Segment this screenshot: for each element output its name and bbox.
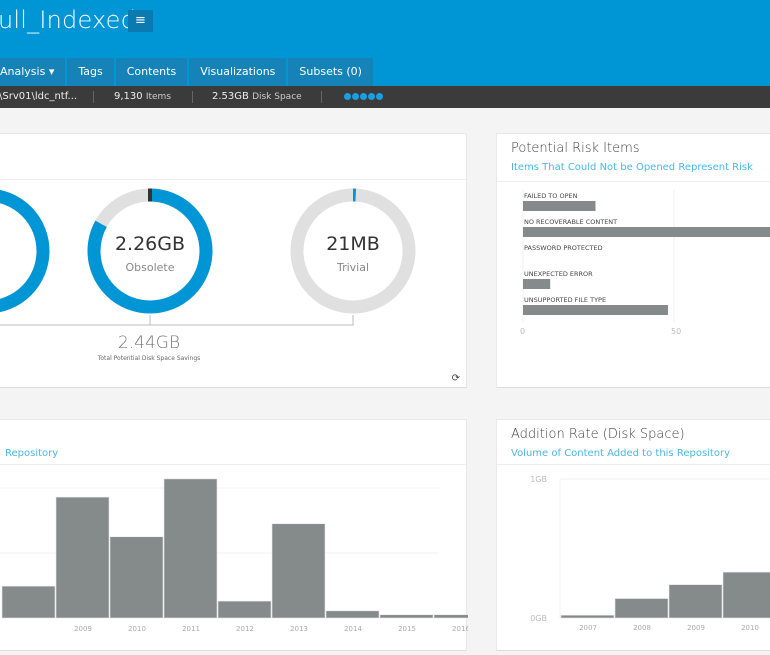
disk-space: 2.53GB Disk Space bbox=[212, 86, 302, 108]
count-bar[interactable] bbox=[325, 610, 380, 619]
total-savings-label: Total Potential Disk Space Savings bbox=[97, 355, 201, 362]
loading-dots-indicator bbox=[344, 93, 383, 100]
count-bar[interactable] bbox=[109, 536, 164, 619]
risk-category-label: UNEXPECTED ERROR bbox=[524, 270, 593, 278]
donut-marker bbox=[148, 188, 152, 202]
trivial-value: 21MB bbox=[326, 233, 380, 255]
count-bar[interactable] bbox=[55, 496, 110, 619]
trivial-label: Trivial bbox=[336, 261, 370, 274]
disk-bar-chart: 0GB 1GB 2007 2008 2009 2010 bbox=[530, 475, 770, 632]
risk-bar-chart: FAILED TO OPEN NO RECOVERABLE CONTENT PASS… bbox=[520, 190, 770, 336]
panel-subtitle: Repository bbox=[5, 448, 59, 459]
x-tick-label: 2013 bbox=[290, 625, 308, 633]
x-tick-label: 2009 bbox=[687, 624, 705, 632]
nav-tabs: Analysis ▾ Tags Contents Visualizations … bbox=[0, 58, 375, 86]
risk-category-label: PASSWORD PROTECTED bbox=[524, 244, 603, 252]
count-bar[interactable] bbox=[271, 523, 326, 619]
dot bbox=[352, 93, 359, 100]
obsolete-label: Obsolete bbox=[125, 261, 175, 274]
hamburger-menu-button[interactable]: ≡ bbox=[128, 10, 153, 32]
divider bbox=[192, 91, 193, 103]
x-tick-label: 50 bbox=[671, 327, 681, 336]
tab-subsets[interactable]: Subsets (0) bbox=[288, 58, 373, 86]
x-tick-label: 2012 bbox=[236, 625, 254, 633]
disk-bar[interactable] bbox=[722, 571, 770, 619]
tab-visualizations[interactable]: Visualizations bbox=[189, 58, 287, 86]
count-bar[interactable] bbox=[379, 614, 434, 619]
count-bar[interactable] bbox=[163, 478, 218, 619]
panel-title: Potential Risk Items bbox=[511, 141, 640, 156]
y-tick-label: 0GB bbox=[530, 614, 547, 623]
addition-rate-count-panel: Repository 2009 2010 2011 2012 2013 2014 2015 2… bbox=[0, 419, 468, 651]
obsolete-value: 2.26GB bbox=[114, 233, 186, 255]
panel-subtitle: Items That Could Not be Opened Represent… bbox=[511, 162, 753, 173]
count-bar[interactable] bbox=[1, 585, 56, 619]
count-bar[interactable] bbox=[433, 614, 468, 619]
risk-category-label: FAILED TO OPEN bbox=[524, 192, 578, 200]
panel-title: Addition Rate (Disk Space) bbox=[511, 427, 685, 442]
repository-path: \Srv01\ldc_ntf... bbox=[0, 91, 78, 102]
x-tick-label: 2008 bbox=[633, 624, 651, 632]
count-bar[interactable] bbox=[217, 600, 272, 619]
divider bbox=[93, 91, 94, 103]
disk-bar[interactable] bbox=[614, 598, 669, 619]
risk-bar[interactable] bbox=[523, 227, 770, 237]
app-header: ull_Indexed ≡ Analysis ▾ Tags Contents V… bbox=[0, 0, 770, 86]
x-tick-label: 2010 bbox=[741, 624, 759, 632]
status-bar: \Srv01\ldc_ntf... 9,130 Items 2.53GB Dis… bbox=[0, 86, 770, 108]
items-count-value: 9,130 bbox=[114, 91, 143, 102]
disk-bar[interactable] bbox=[668, 584, 723, 619]
risk-category-label: NO RECOVERABLE CONTENT bbox=[524, 218, 617, 226]
x-tick-label: 2009 bbox=[74, 625, 92, 633]
risk-bar[interactable] bbox=[523, 201, 596, 211]
risk-bar[interactable] bbox=[523, 279, 551, 289]
y-tick-label: 1GB bbox=[530, 475, 547, 484]
tab-contents[interactable]: Contents bbox=[115, 58, 188, 86]
x-tick-label: 2014 bbox=[344, 625, 362, 633]
potential-risk-panel: Potential Risk Items Items That Could No… bbox=[496, 133, 770, 388]
x-tick-label: 2016 bbox=[452, 625, 468, 633]
items-count: 9,130 Items bbox=[114, 86, 171, 108]
repository-title: ull_Indexed bbox=[0, 6, 137, 34]
risk-bar[interactable] bbox=[523, 305, 668, 315]
divider bbox=[321, 91, 322, 103]
bracket-line bbox=[0, 315, 354, 326]
x-tick-label: 2011 bbox=[182, 625, 200, 633]
count-bar-chart: 2009 2010 2011 2012 2013 2014 2015 2016 bbox=[0, 478, 468, 633]
x-tick-label: 2015 bbox=[398, 625, 416, 633]
disk-bar[interactable] bbox=[560, 614, 615, 619]
x-tick-label: 2007 bbox=[579, 624, 597, 632]
refresh-icon[interactable]: ⟳ bbox=[452, 373, 460, 384]
dot bbox=[344, 93, 351, 100]
tab-tags[interactable]: Tags bbox=[67, 58, 114, 86]
x-tick-label: 0 bbox=[520, 327, 525, 336]
total-savings-value: 2.44GB bbox=[117, 333, 181, 353]
items-count-label: Items bbox=[145, 92, 172, 102]
donut-left-partial bbox=[0, 189, 50, 313]
hamburger-icon: ≡ bbox=[135, 13, 146, 28]
dot bbox=[376, 93, 383, 100]
disk-savings-panel: 2.26GB Obsolete 21MB Trivial 2.44GB Tota… bbox=[0, 133, 467, 388]
dot bbox=[368, 93, 375, 100]
disk-space-value: 2.53GB bbox=[212, 91, 249, 102]
dot bbox=[360, 93, 367, 100]
disk-space-label: Disk Space bbox=[252, 92, 302, 102]
x-tick-label: 2010 bbox=[128, 625, 146, 633]
panel-subtitle: Volume of Content Added to this Reposito… bbox=[511, 448, 730, 459]
risk-category-label: UNSUPPORTED FILE TYPE bbox=[524, 296, 606, 304]
tab-analysis[interactable]: Analysis ▾ bbox=[0, 58, 66, 86]
addition-rate-disk-panel: Addition Rate (Disk Space) Volume of Con… bbox=[496, 419, 770, 651]
